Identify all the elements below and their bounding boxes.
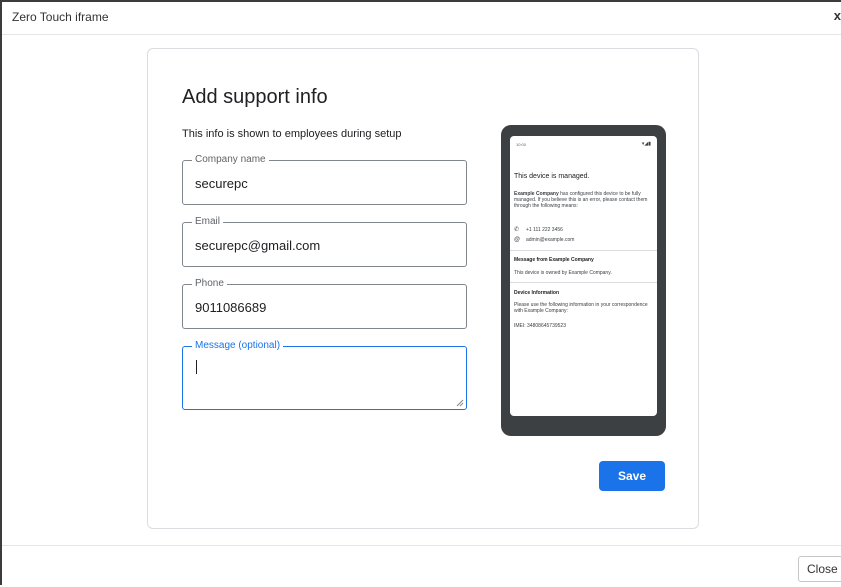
status-icons: ▾◢▮	[641, 141, 651, 147]
device-preview-screen: 10:00 ▾◢▮ This device is managed. Exampl…	[510, 136, 657, 416]
preview-message-heading: Message from Example Company	[514, 257, 594, 263]
email-label: Email	[192, 216, 224, 228]
company-name-label: Company name	[192, 154, 269, 166]
page-title: Add support info	[182, 86, 328, 108]
phone-icon: ✆	[514, 227, 520, 233]
status-time: 10:00	[516, 142, 527, 147]
preview-title: This device is managed.	[514, 173, 590, 180]
close-icon[interactable]: x	[834, 8, 841, 23]
preview-email: admin@example.com	[526, 237, 575, 243]
resize-handle-icon[interactable]	[456, 399, 464, 407]
zero-touch-dialog: Zero Touch iframe x Add support info Thi…	[0, 0, 841, 585]
phone-field[interactable]: Phone 9011086689	[182, 278, 467, 329]
preview-body: Example Company has configured this devi…	[514, 191, 654, 209]
message-label: Message (optional)	[192, 340, 284, 352]
dialog-footer: Close	[2, 545, 841, 587]
email-field[interactable]: Email securepc@gmail.com	[182, 216, 467, 267]
dialog-title: Zero Touch iframe	[12, 10, 109, 24]
preview-divider	[510, 250, 657, 251]
preview-device-text: Please use the following information in …	[514, 302, 648, 314]
save-button[interactable]: Save	[599, 461, 665, 491]
form-subtitle: This info is shown to employees during s…	[182, 128, 402, 140]
close-button[interactable]: Close	[798, 556, 841, 582]
preview-message-text: This device is owned by Example Company.	[514, 270, 612, 276]
company-name-input[interactable]: securepc	[195, 176, 248, 191]
phone-input[interactable]: 9011086689	[195, 300, 266, 315]
text-caret	[196, 360, 197, 374]
phone-label: Phone	[192, 278, 227, 290]
message-field[interactable]: Message (optional)	[182, 340, 467, 410]
preview-divider	[510, 282, 657, 283]
company-name-field[interactable]: Company name securepc	[182, 154, 467, 205]
preview-email-row: @ admin@example.com	[514, 237, 574, 243]
device-preview: 10:00 ▾◢▮ This device is managed. Exampl…	[501, 125, 666, 436]
dialog-content: Add support info This info is shown to e…	[2, 35, 841, 545]
email-input[interactable]: securepc@gmail.com	[195, 238, 320, 253]
dialog-titlebar: Zero Touch iframe x	[2, 2, 841, 35]
preview-phone: +1 111 222 3456	[526, 227, 563, 233]
preview-device-heading: Device Information	[514, 290, 560, 296]
preview-imei: IMEI: 34808645739523	[514, 323, 566, 329]
at-icon: @	[514, 237, 521, 243]
preview-phone-row: ✆ +1 111 222 3456	[514, 227, 563, 233]
support-info-card: Add support info This info is shown to e…	[147, 48, 699, 529]
